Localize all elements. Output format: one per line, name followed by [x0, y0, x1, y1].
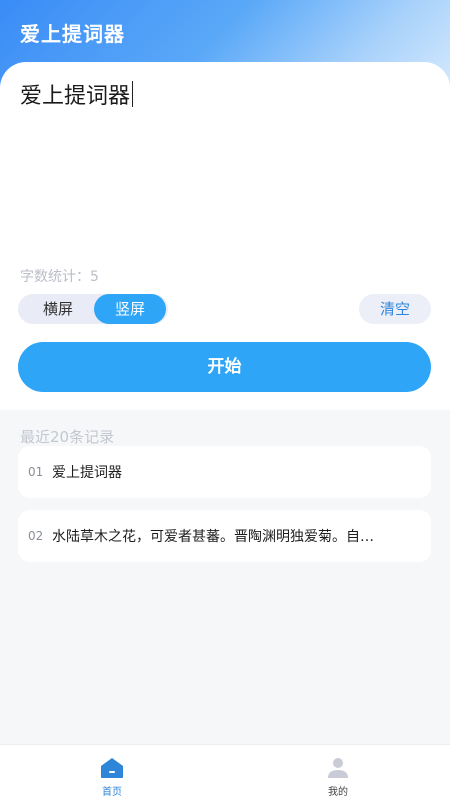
list-item[interactable]: 02 水陆草木之花，可爱者甚蕃。晋陶渊明独爱菊。自… [18, 510, 431, 562]
start-button[interactable]: 开始 [18, 342, 431, 392]
tab-home-label: 首页 [102, 787, 122, 798]
clear-button[interactable]: 清空 [359, 294, 431, 324]
tab-mine-label: 我的 [328, 787, 348, 798]
user-icon [328, 758, 348, 778]
home-icon [101, 758, 123, 778]
word-count: 字数统计：5 [20, 269, 99, 285]
text-caret [132, 81, 134, 107]
bottom-tab-bar: 首页 我的 [0, 744, 450, 800]
list-item[interactable]: 01 爱上提词器 [18, 446, 431, 498]
landscape-option[interactable]: 横屏 [24, 294, 92, 324]
record-index: 02 [28, 529, 44, 543]
editor-card: 爱上提词器 字数统计：5 横屏 竖屏 清空 开始 [0, 62, 450, 410]
record-text: 水陆草木之花，可爱者甚蕃。晋陶渊明独爱菊。自… [52, 529, 374, 545]
portrait-option[interactable]: 竖屏 [94, 294, 166, 324]
recent-records-panel: 最近20条记录 01 爱上提词器 02 水陆草木之花，可爱者甚蕃。晋陶渊明独爱菊… [0, 410, 450, 744]
script-text: 爱上提词器 [20, 84, 131, 109]
record-text: 爱上提词器 [52, 465, 122, 481]
recent-records-title: 最近20条记录 [20, 428, 115, 446]
record-index: 01 [28, 465, 44, 479]
tab-home[interactable]: 首页 [62, 745, 162, 800]
tab-mine[interactable]: 我的 [288, 745, 388, 800]
orientation-toggle: 横屏 竖屏 [18, 294, 168, 324]
app-title: 爱上提词器 [20, 22, 125, 46]
script-text-input[interactable]: 爱上提词器 [20, 78, 134, 110]
